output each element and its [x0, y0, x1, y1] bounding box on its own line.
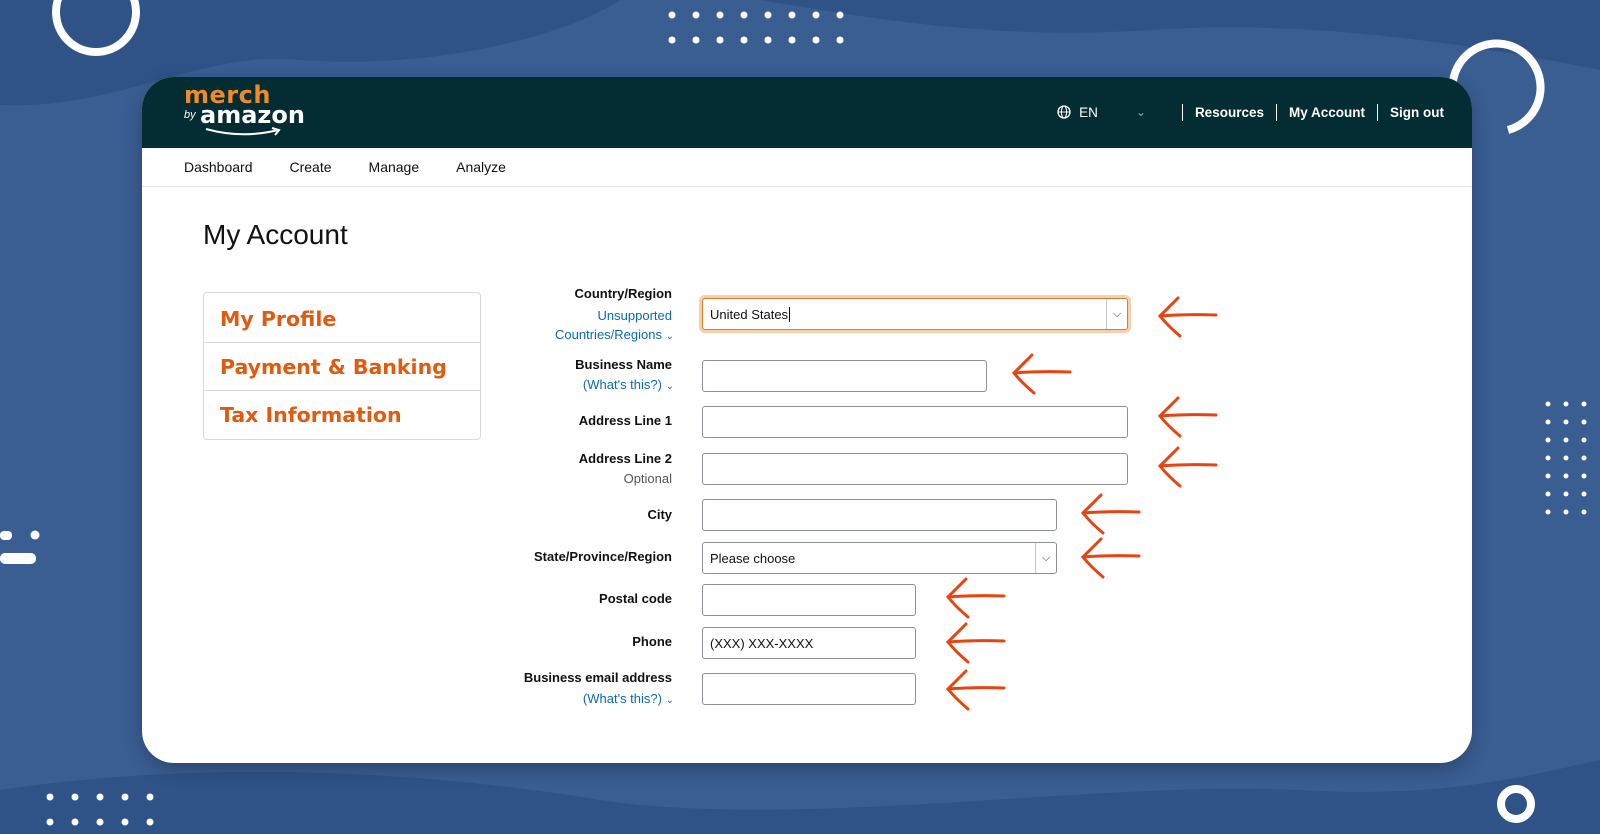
country-value: United States — [710, 306, 789, 322]
divider — [1275, 103, 1277, 121]
sidebar-item-label: Payment & Banking — [220, 354, 447, 379]
logo-by-text: by — [184, 109, 196, 121]
nav-analyze[interactable]: Analyze — [456, 159, 506, 175]
business-email-input[interactable] — [702, 673, 916, 705]
phone-label: Phone — [632, 634, 672, 649]
state-label: State/Province/Region — [534, 549, 672, 564]
postal-code-label: Postal code — [599, 591, 672, 606]
language-label: EN — [1079, 104, 1098, 120]
text-cursor — [789, 306, 791, 322]
address-line-1-label: Address Line 1 — [578, 413, 672, 428]
business-email-whats-this-link[interactable]: (What's this?) ⌄ — [583, 691, 674, 706]
chevron-down-icon: ⌵ — [1035, 543, 1056, 573]
sidebar-item-tax-information[interactable]: Tax Information — [204, 391, 480, 439]
logo-amazon-text: amazon — [200, 101, 305, 129]
sign-out-link[interactable]: Sign out — [1390, 105, 1444, 120]
chevron-down-icon: ⌄ — [665, 695, 674, 706]
business-email-label: Business email address — [523, 670, 672, 685]
app-window: merch by amazon EN ⌄ Resources My Accoun… — [142, 77, 1472, 763]
annotation-arrow-icon — [1157, 296, 1218, 338]
optional-note: Optional — [623, 471, 672, 486]
annotation-arrow-icon — [1080, 493, 1141, 535]
nav-manage[interactable]: Manage — [369, 159, 420, 175]
business-name-whats-this-link[interactable]: (What's this?) ⌄ — [583, 377, 674, 392]
business-name-label: Business Name — [575, 357, 672, 372]
annotation-arrow-icon — [945, 669, 1006, 711]
annotation-arrow-icon — [1011, 353, 1072, 395]
country-label: Country/Region — [574, 286, 673, 301]
annotation-arrow-icon — [1157, 446, 1218, 488]
account-sidebar: My Profile Payment & Banking Tax Informa… — [203, 292, 481, 440]
sidebar-item-payment-banking[interactable]: Payment & Banking — [204, 343, 480, 391]
chevron-down-icon: ⌵ — [1106, 299, 1127, 329]
sidebar-item-label: My Profile — [220, 306, 337, 331]
country-select[interactable]: United States ⌵ — [702, 298, 1128, 330]
divider — [1377, 103, 1378, 121]
divider — [1181, 103, 1183, 121]
chevron-down-icon: ⌄ — [1135, 105, 1146, 119]
address-line-2-input[interactable] — [702, 453, 1128, 485]
nav-create[interactable]: Create — [290, 159, 332, 175]
header-right: EN ⌄ Resources My Account Sign out — [1057, 100, 1444, 124]
address-line-2-label: Address Line 2 — [578, 451, 672, 466]
sidebar-item-my-profile[interactable]: My Profile — [204, 295, 480, 343]
annotation-arrow-icon — [945, 577, 1006, 619]
business-name-input[interactable] — [702, 360, 987, 392]
phone-input[interactable]: (XXX) XXX-XXXX — [702, 627, 916, 659]
city-label: City — [647, 507, 672, 522]
unsupported-link[interactable]: Unsupported — [598, 308, 672, 323]
state-value: Please choose — [710, 550, 796, 566]
state-select[interactable]: Please choose ⌵ — [702, 542, 1057, 574]
chevron-down-icon: ⌄ — [665, 331, 674, 342]
annotation-arrow-icon — [1157, 396, 1218, 438]
amazon-smile-icon — [205, 127, 281, 136]
top-bar: merch by amazon EN ⌄ Resources My Accoun… — [142, 77, 1472, 148]
annotation-arrow-icon — [945, 622, 1006, 664]
language-selector[interactable]: EN ⌄ — [1057, 105, 1146, 120]
globe-icon — [1057, 105, 1071, 119]
page-title: My Account — [203, 219, 348, 250]
phone-placeholder: (XXX) XXX-XXXX — [710, 635, 814, 651]
address-line-1-input[interactable] — [702, 406, 1128, 438]
my-account-link[interactable]: My Account — [1289, 105, 1365, 120]
sub-navigation: Dashboard Create Manage Analyze — [142, 148, 1472, 187]
chevron-down-icon: ⌄ — [665, 381, 674, 392]
city-input[interactable] — [702, 499, 1057, 531]
sidebar-item-label: Tax Information — [220, 403, 402, 427]
annotation-arrow-icon — [1080, 537, 1141, 579]
nav-dashboard[interactable]: Dashboard — [184, 159, 253, 175]
postal-code-input[interactable] — [702, 584, 916, 616]
unsupported-countries-link[interactable]: Countries/Regions ⌄ — [555, 327, 674, 342]
resources-link[interactable]: Resources — [1195, 105, 1264, 120]
